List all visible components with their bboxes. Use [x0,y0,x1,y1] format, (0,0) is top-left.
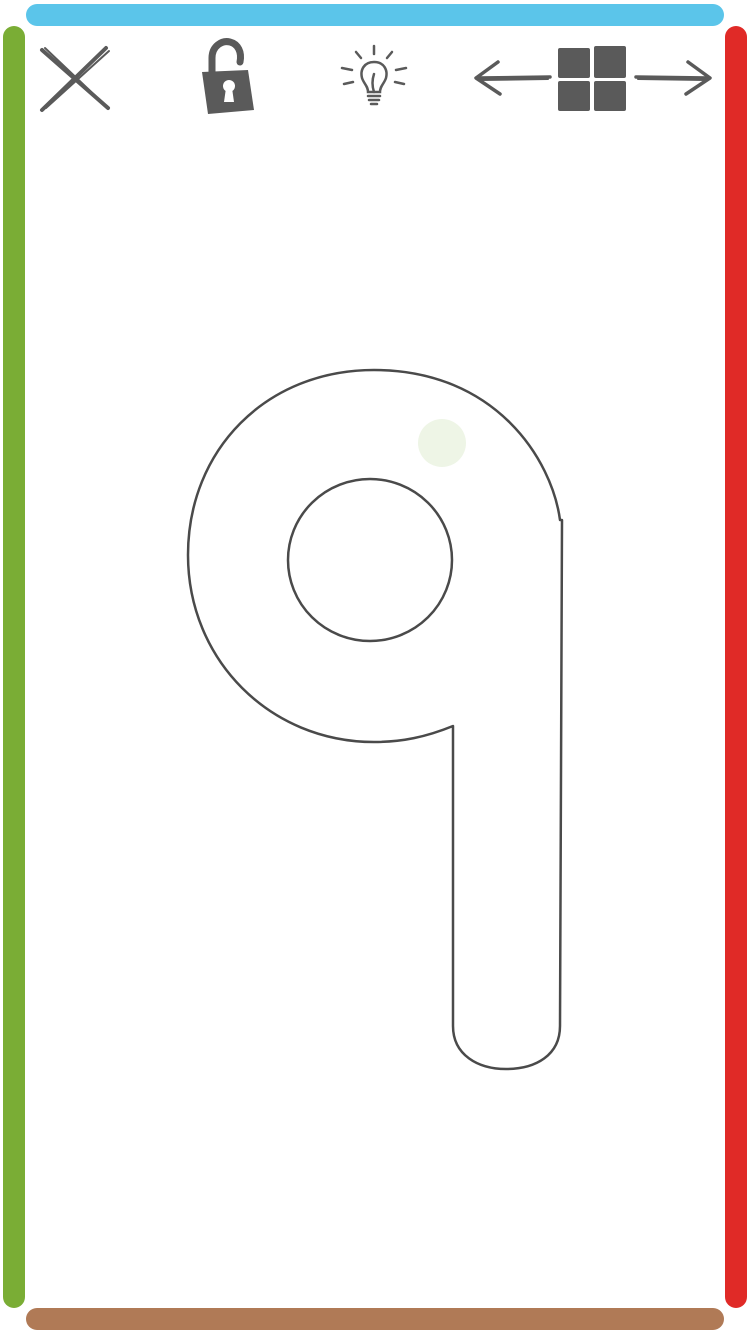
menu-button[interactable] [554,44,630,114]
arrow-left-icon [474,60,552,96]
lightbulb-icon [340,44,408,106]
unlocked-padlock-icon [202,38,254,114]
top-border [26,4,724,26]
close-button[interactable] [34,40,116,116]
arrow-right-icon [634,60,712,96]
right-border [725,26,747,1308]
left-border [3,26,25,1308]
tracing-screen [0,0,750,1334]
grid-icon [558,46,626,111]
bottom-border [26,1308,724,1330]
number-9-outline [186,368,564,1071]
lock-button[interactable] [194,36,258,118]
next-button[interactable] [632,56,716,100]
close-icon [40,46,110,112]
previous-button[interactable] [470,56,554,100]
tracing-canvas[interactable] [26,130,724,1300]
start-dot [418,419,466,467]
hint-button[interactable] [334,40,414,116]
